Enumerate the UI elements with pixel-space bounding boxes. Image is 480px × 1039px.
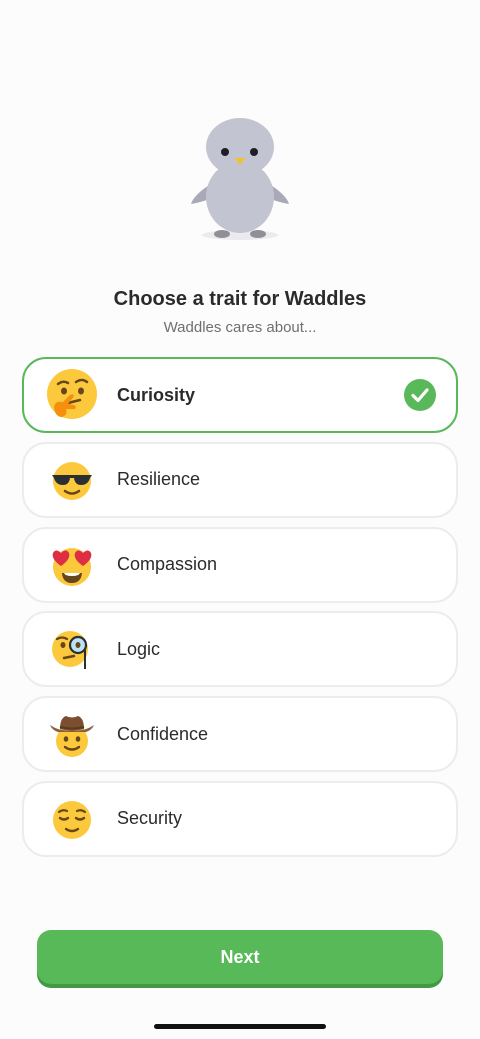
page-subtitle: Waddles cares about... (163, 319, 317, 336)
trait-label: Compassion (117, 554, 218, 575)
thinking-face-icon (46, 369, 98, 421)
trait-selection-screen: Choose a trait for Waddles Waddles cares… (0, 0, 480, 1039)
home-indicator (154, 1024, 326, 1029)
trait-option-resilience[interactable]: Resilience (22, 441, 458, 518)
trait-label: Resilience (117, 469, 201, 490)
relieved-face-icon (46, 793, 98, 845)
trait-label: Curiosity (117, 384, 196, 405)
trait-label: Logic (117, 638, 161, 659)
penguin-mascot-icon (180, 112, 300, 244)
trait-option-security[interactable]: Security (22, 780, 458, 857)
trait-option-confidence[interactable]: Confidence (22, 696, 458, 773)
page-title: Choose a trait for Waddles (113, 288, 367, 310)
trait-label: Security (117, 808, 183, 829)
trait-options-list: Curiosity Resilience Compassion Logic Co… (22, 357, 458, 866)
trait-option-logic[interactable]: Logic (22, 611, 458, 688)
trait-label: Confidence (117, 723, 209, 744)
cowboy-face-icon (46, 708, 98, 760)
sunglasses-face-icon (46, 454, 98, 506)
next-button[interactable]: Next (37, 930, 443, 984)
monocle-face-icon (46, 623, 98, 675)
heart-eyes-face-icon (46, 539, 98, 591)
trait-option-curiosity[interactable]: Curiosity (22, 357, 458, 433)
checkmark-icon (404, 379, 436, 411)
trait-option-compassion[interactable]: Compassion (22, 526, 458, 603)
